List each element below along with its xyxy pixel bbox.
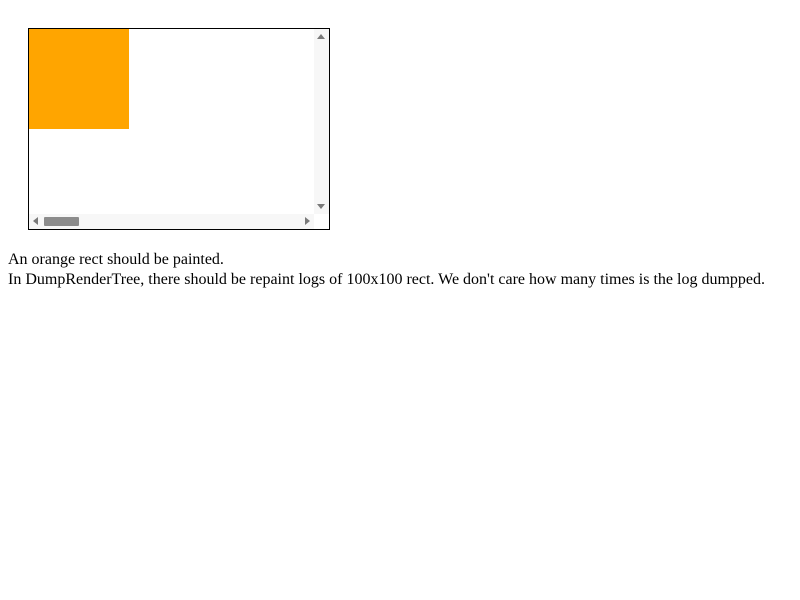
vertical-scrollbar[interactable] [314,29,329,214]
scroll-container[interactable] [28,28,330,230]
scrollbar-corner [314,214,329,229]
description-line-2: In DumpRenderTree, there should be repai… [8,271,765,288]
arrow-left-icon[interactable] [33,217,38,225]
arrow-right-icon[interactable] [305,217,310,225]
description-line-1: An orange rect should be painted. [8,251,224,268]
horizontal-scrollbar-thumb[interactable] [44,217,79,226]
arrow-up-icon[interactable] [317,34,325,39]
arrow-down-icon[interactable] [317,204,325,209]
horizontal-scrollbar[interactable] [29,214,314,229]
description-text: An orange rect should be painted. In Dum… [8,250,765,290]
orange-rect [29,29,129,129]
